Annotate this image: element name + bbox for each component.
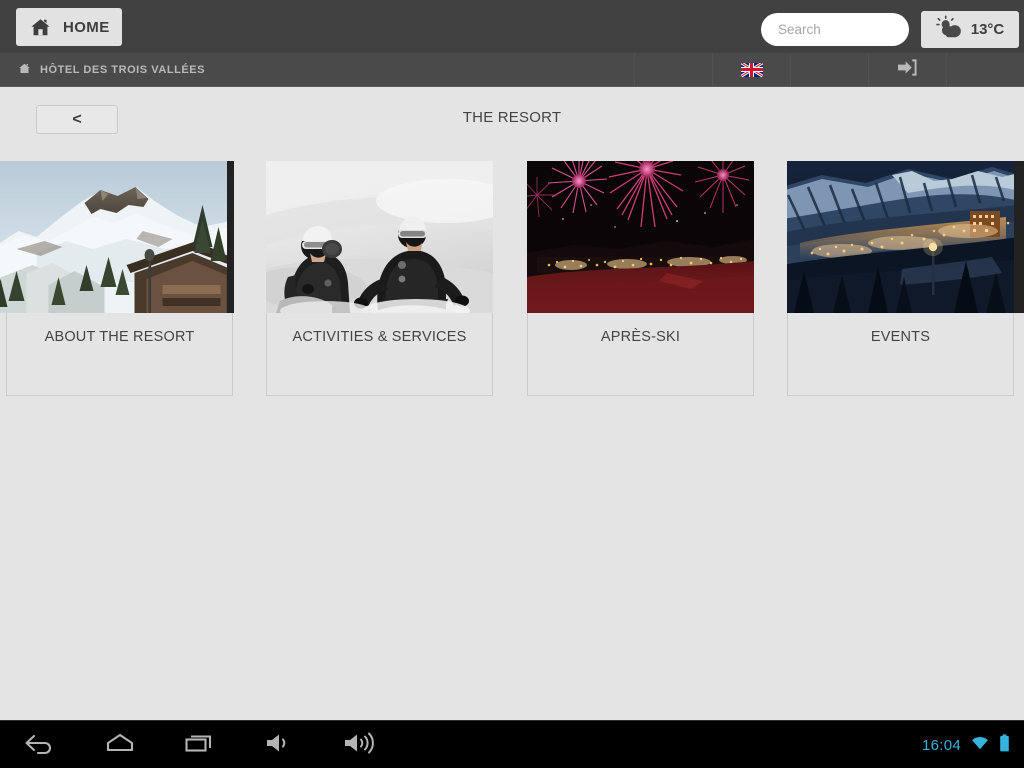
- status-clock: 16:04: [921, 736, 961, 754]
- login-button[interactable]: [868, 53, 946, 86]
- page-title: THE RESORT: [462, 109, 562, 126]
- home-button-label: HOME: [63, 18, 110, 36]
- subheader-spacer-2: [790, 53, 868, 86]
- card-thumbnail: [527, 161, 754, 313]
- search-placeholder: Search: [778, 22, 821, 37]
- sub-header: HÔTEL DES TROIS VALLÉES: [0, 53, 1024, 87]
- nav-back-button[interactable]: [0, 721, 80, 768]
- login-arrow-icon: [897, 58, 918, 82]
- nav-buttons: [0, 721, 400, 768]
- weather-temperature: 13°C: [970, 21, 1005, 38]
- card-apres-ski[interactable]: APRÈS-SKI: [527, 161, 754, 396]
- card-about-the-resort[interactable]: ABOUT THE RESORT: [0, 161, 234, 396]
- volume-down-icon: [263, 731, 297, 760]
- android-navigation-bar: 16:04: [0, 720, 1024, 768]
- sun-behind-cloud-icon: [935, 15, 963, 44]
- nav-home-button[interactable]: [80, 721, 160, 768]
- wifi-icon: [970, 735, 990, 756]
- battery-full-icon: [999, 733, 1010, 757]
- app-root: HOME Search 13°C HÔTEL DES TROIS VALLÉES…: [0, 0, 1024, 768]
- uk-flag-icon: [740, 62, 763, 77]
- weather-widget[interactable]: 13°C: [921, 11, 1019, 48]
- home-button[interactable]: HOME: [16, 8, 122, 46]
- card-thumbnail: [0, 161, 234, 313]
- breadcrumb[interactable]: HÔTEL DES TROIS VALLÉES: [18, 53, 205, 86]
- recent-apps-icon: [183, 731, 217, 760]
- house-icon: [30, 18, 51, 37]
- subheader-actions: [634, 53, 1024, 86]
- volume-up-icon: [343, 731, 377, 760]
- card-activities-and-services[interactable]: ACTIVITIES & SERVICES: [266, 161, 493, 396]
- card-title: EVENTS: [870, 329, 931, 345]
- home-outline-icon: [103, 731, 137, 760]
- nav-recents-button[interactable]: [160, 721, 240, 768]
- nav-volume-down-button[interactable]: [240, 721, 320, 768]
- card-thumbnail: [787, 161, 1024, 313]
- card-events[interactable]: EVENTS: [787, 161, 1024, 396]
- nav-volume-up-button[interactable]: [320, 721, 400, 768]
- top-header: HOME Search 13°C: [0, 0, 1024, 53]
- language-flag-button[interactable]: [712, 53, 790, 86]
- subheader-spacer-3: [946, 53, 1024, 86]
- house-icon: [18, 61, 31, 79]
- status-area[interactable]: 16:04: [922, 721, 1010, 768]
- breadcrumb-label: HÔTEL DES TROIS VALLÉES: [40, 63, 206, 76]
- content-area: < THE RESORT ABOUT THE RESORT ACTIVITIES…: [0, 88, 1024, 720]
- subheader-spacer-1: [634, 53, 712, 86]
- card-title: APRÈS-SKI: [600, 329, 681, 345]
- card-title: ABOUT THE RESORT: [44, 329, 195, 345]
- card-thumbnail: [266, 161, 493, 313]
- search-input[interactable]: Search: [761, 13, 909, 46]
- back-arrow-icon: [23, 731, 57, 760]
- card-title: ACTIVITIES & SERVICES: [292, 329, 467, 345]
- card-grid: ABOUT THE RESORT ACTIVITIES & SERVICES A…: [0, 161, 1024, 403]
